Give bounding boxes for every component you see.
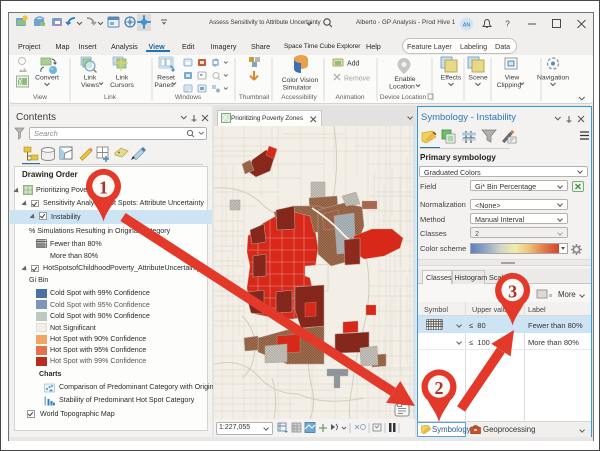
svg-text:AN: AN	[463, 22, 471, 28]
svg-text:Windows: Windows	[175, 94, 202, 101]
svg-text:Device Location: Device Location	[380, 94, 427, 101]
svg-text:?: ?	[505, 19, 510, 29]
svg-text:Animation: Animation	[336, 94, 365, 101]
svg-text:Panes: Panes	[154, 82, 174, 89]
svg-text:View: View	[505, 75, 520, 82]
svg-text:Thumbnail: Thumbnail	[239, 94, 270, 101]
svg-text:Enable: Enable	[394, 76, 415, 83]
svg-text:Scene: Scene	[468, 75, 487, 82]
svg-text:Add: Add	[347, 61, 360, 68]
svg-text:Views: Views	[81, 82, 100, 89]
svg-text:Color Vision: Color Vision	[282, 77, 319, 84]
svg-text:Simulator: Simulator	[283, 85, 312, 92]
svg-text:Navigation: Navigation	[537, 75, 569, 82]
svg-text:Convert: Convert	[35, 75, 59, 82]
svg-text:Effects: Effects	[441, 75, 462, 82]
svg-text:Reset: Reset	[157, 75, 175, 82]
svg-text:Link: Link	[116, 75, 129, 82]
svg-text:Link: Link	[84, 75, 97, 82]
svg-text:Location: Location	[389, 84, 415, 91]
svg-text:View: View	[33, 94, 47, 101]
svg-text:Clipping: Clipping	[497, 82, 522, 89]
svg-text:Remove: Remove	[344, 76, 370, 83]
svg-text:Link: Link	[104, 94, 117, 101]
svg-text:Cursors: Cursors	[110, 82, 134, 89]
